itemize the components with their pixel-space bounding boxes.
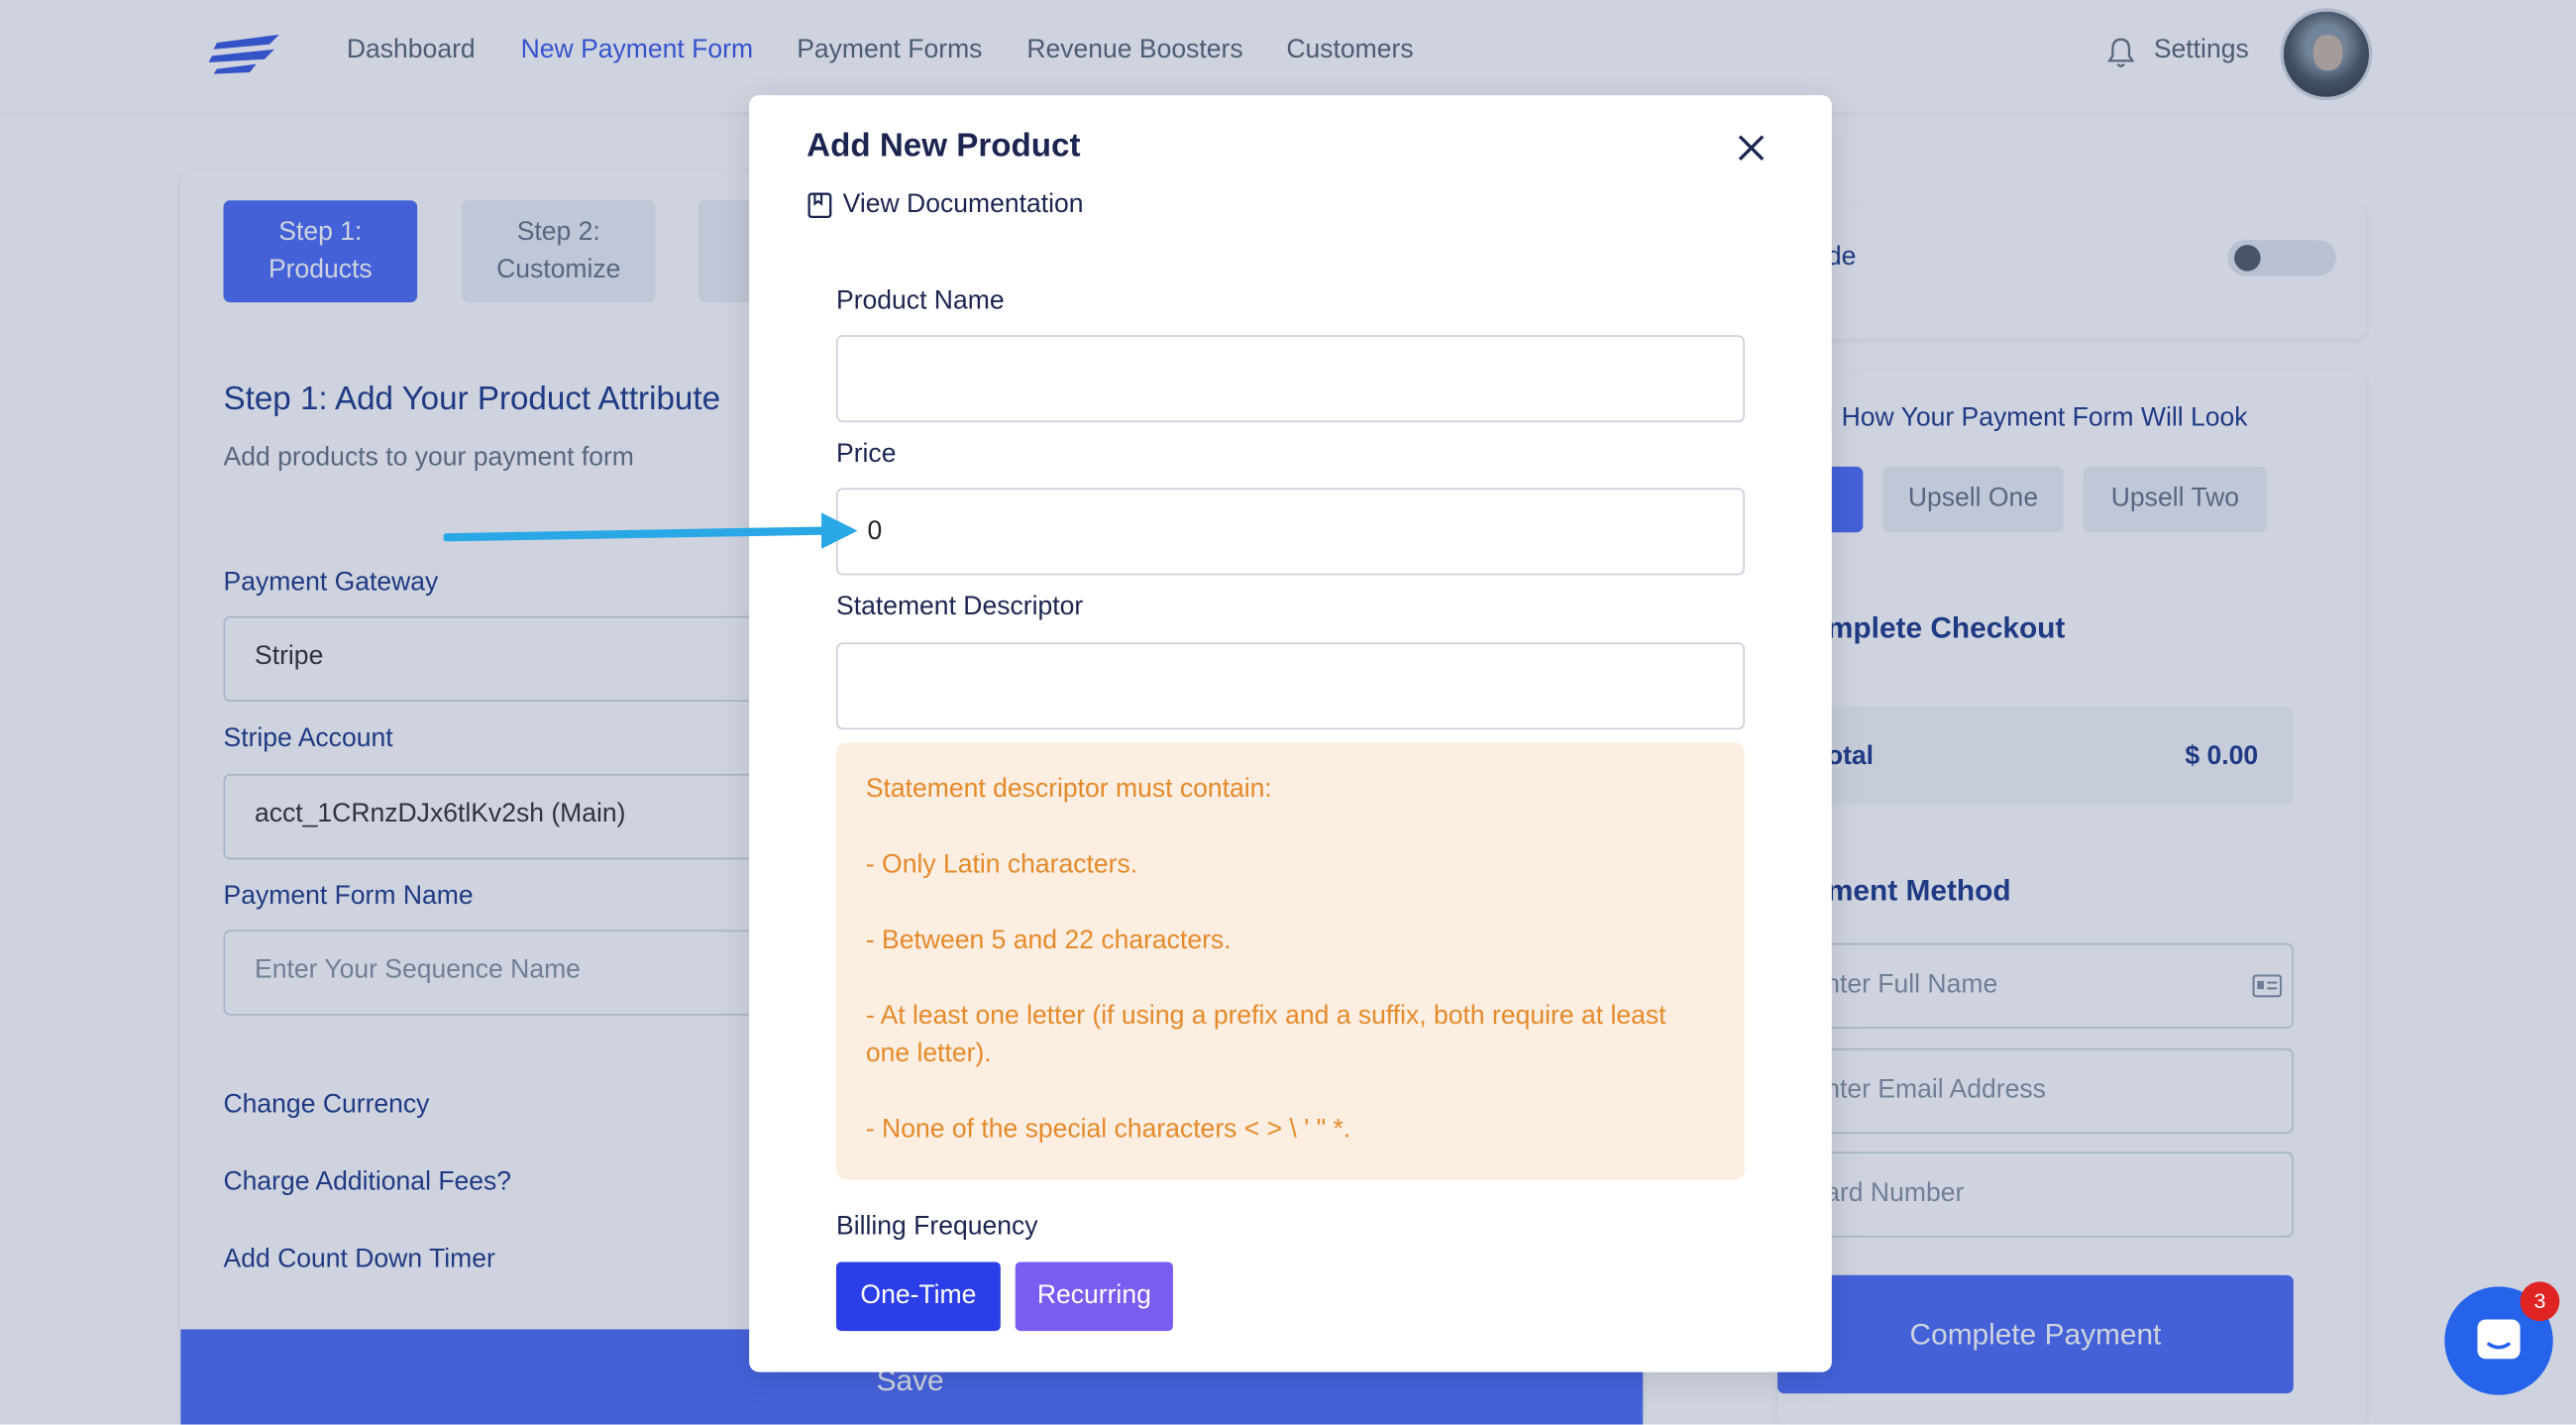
price-label: Price: [836, 440, 897, 469]
one-time-button[interactable]: One-Time: [836, 1261, 1001, 1332]
chat-unread-badge: 3: [2520, 1281, 2560, 1322]
statement-descriptor-label: Statement Descriptor: [836, 593, 1084, 621]
recurring-button[interactable]: Recurring: [1015, 1261, 1173, 1332]
rule-heading: Statement descriptor must contain:: [865, 775, 1272, 804]
view-documentation-label: View Documentation: [842, 190, 1084, 219]
billing-frequency-label: Billing Frequency: [836, 1212, 1038, 1241]
rule-letter: - At least one letter (if using a prefix…: [865, 1002, 1666, 1068]
descriptor-rules-notice: Statement descriptor must contain: - Onl…: [836, 742, 1745, 1180]
product-name-label: Product Name: [836, 287, 1005, 316]
statement-descriptor-input[interactable]: [836, 642, 1745, 730]
view-documentation-link[interactable]: View Documentation: [806, 190, 1083, 220]
book-icon: [807, 192, 832, 219]
rule-special-chars: - None of the special characters < > \ '…: [865, 1115, 1351, 1145]
rule-length: - Between 5 and 22 characters.: [865, 927, 1232, 955]
price-input[interactable]: 0: [836, 488, 1745, 576]
annotation-arrow-icon: [443, 512, 858, 549]
product-name-input[interactable]: [836, 335, 1745, 423]
add-product-modal: Add New Product View Documentation Produ…: [749, 95, 1832, 1372]
rule-latin: - Only Latin characters.: [865, 850, 1138, 880]
modal-title: Add New Product: [806, 128, 1081, 164]
chat-icon: [2477, 1319, 2521, 1360]
close-icon[interactable]: [1735, 132, 1768, 164]
